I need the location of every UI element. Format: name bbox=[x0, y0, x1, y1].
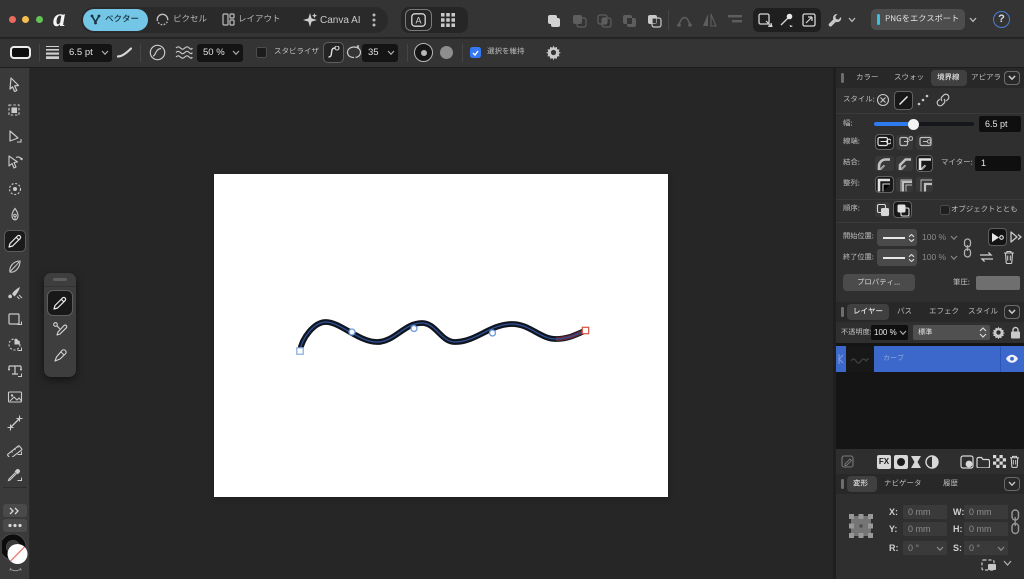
svg-text:A: A bbox=[415, 16, 421, 26]
